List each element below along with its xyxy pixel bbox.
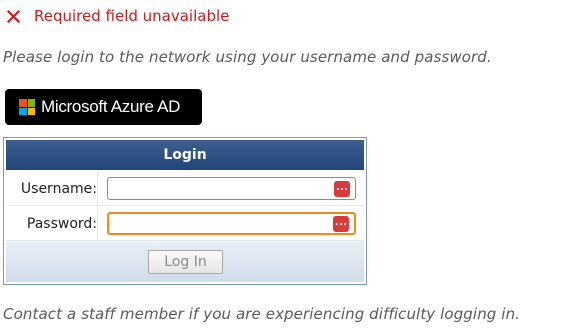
microsoft-azure-ad-button[interactable]: Microsoft Azure AD bbox=[5, 89, 202, 125]
login-page: Required field unavailable Please login … bbox=[0, 0, 565, 332]
password-field-wrapper bbox=[107, 212, 356, 235]
microsoft-logo-icon bbox=[19, 99, 35, 115]
password-input[interactable] bbox=[112, 215, 322, 233]
error-message: Required field unavailable bbox=[5, 6, 229, 26]
login-title: Login bbox=[6, 140, 364, 170]
username-label: Username: bbox=[6, 172, 98, 205]
username-input[interactable] bbox=[111, 179, 321, 197]
password-label: Password: bbox=[6, 207, 98, 240]
username-row: Username: bbox=[6, 172, 364, 206]
password-manager-icon[interactable] bbox=[333, 215, 349, 232]
close-x-icon bbox=[5, 8, 22, 25]
error-text: Required field unavailable bbox=[34, 7, 230, 25]
username-field-wrapper bbox=[107, 177, 356, 200]
password-row: Password: bbox=[6, 207, 364, 241]
password-manager-icon[interactable] bbox=[334, 180, 350, 197]
contact-text: Contact a staff member if you are experi… bbox=[3, 305, 521, 323]
log-in-button[interactable]: Log In bbox=[148, 250, 223, 274]
azure-button-label: Microsoft Azure AD bbox=[41, 97, 181, 116]
login-footer: Log In bbox=[6, 242, 364, 282]
login-form: Login Username: Password: Log In bbox=[3, 137, 367, 285]
intro-text: Please login to the network using your u… bbox=[3, 48, 492, 66]
